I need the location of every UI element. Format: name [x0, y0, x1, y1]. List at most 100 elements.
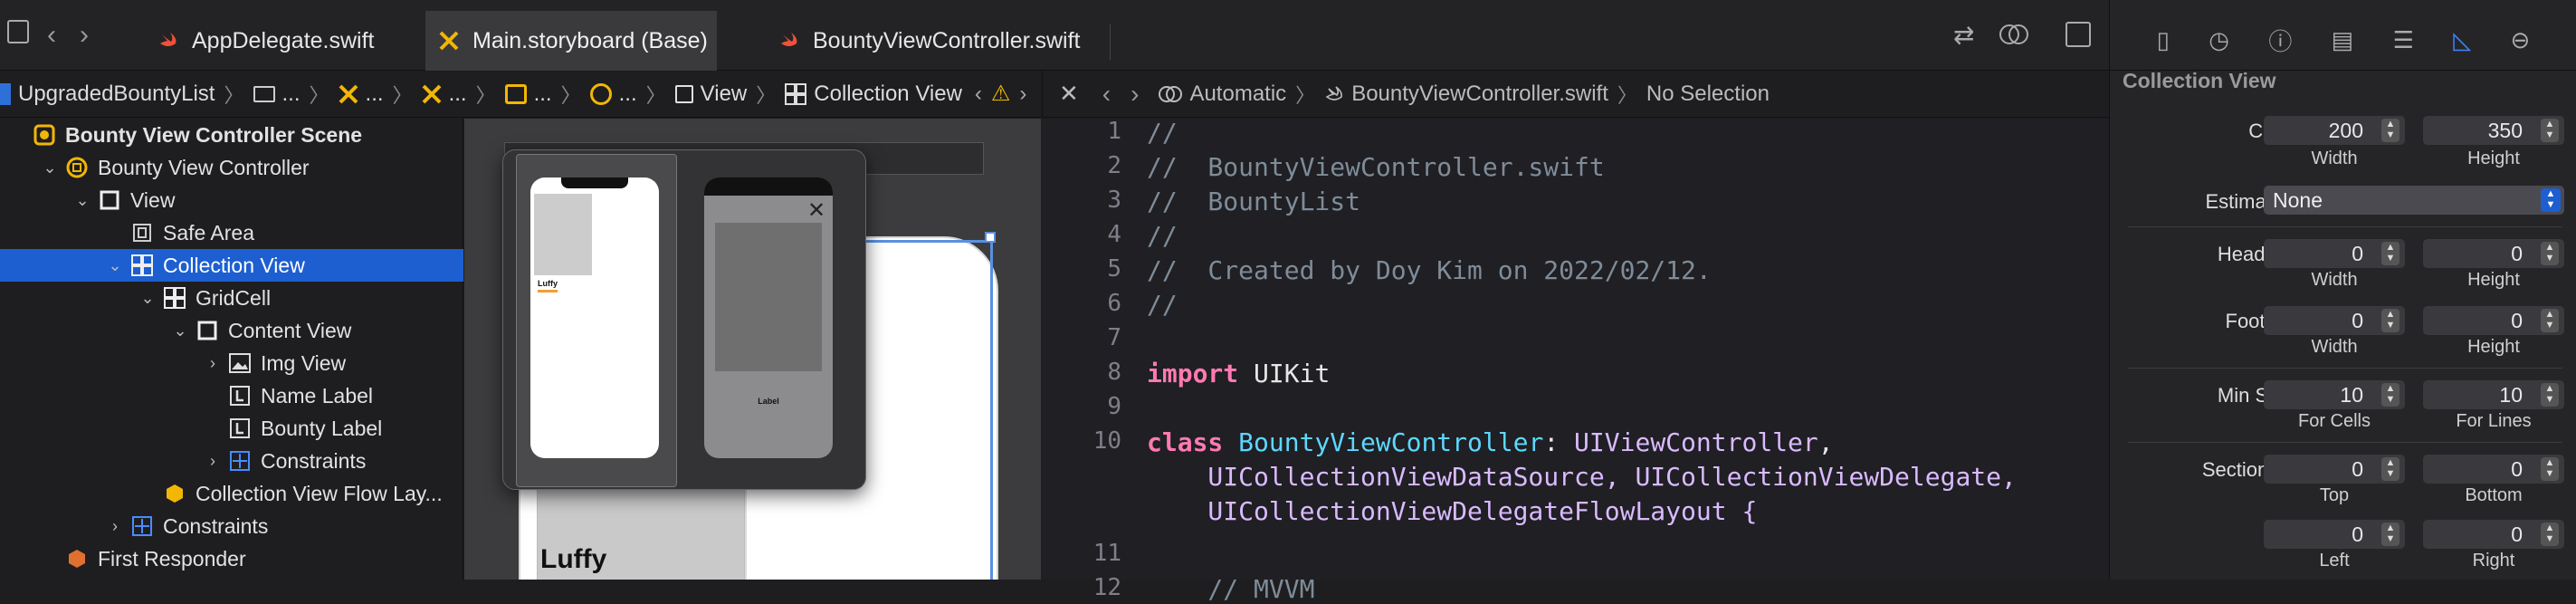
cell-size-height-field[interactable]: 350 ▲ ▼ — [2423, 116, 2564, 145]
width-caption: Width — [2311, 270, 2358, 290]
breadcrumb-selection[interactable]: No Selection — [1646, 81, 1770, 107]
close-icon[interactable]: ✕ — [807, 197, 825, 224]
file-inspector-icon[interactable]: ▯ — [2157, 26, 2170, 54]
chevron-down-icon[interactable]: ⌄ — [138, 289, 157, 308]
chevron-right-icon[interactable]: › — [105, 517, 125, 536]
outline-row[interactable]: Bounty View Controller Scene — [0, 119, 463, 151]
breadcrumb-project[interactable]: UpgradedBountyList — [0, 81, 215, 107]
grid-icon — [163, 286, 186, 310]
storyboard-canvas[interactable]: Luffy Luffy Label ✕ — [464, 119, 1041, 580]
breadcrumb-scene[interactable]: ... — [504, 81, 552, 107]
footer-width-field[interactable]: 0 ▲ ▼ — [2264, 306, 2405, 335]
stepper-icon[interactable]: ▲ ▼ — [2381, 309, 2399, 332]
stepper-icon[interactable]: ▲ ▼ — [2381, 457, 2399, 481]
attributes-icon[interactable]: ☰ — [2393, 26, 2414, 54]
storyboard-icon — [422, 84, 441, 103]
back-chevron-icon[interactable]: ‹ — [47, 20, 56, 51]
issue-back-icon[interactable]: ‹ — [975, 81, 982, 107]
for-lines-caption: For Lines — [2456, 411, 2532, 431]
chevron-down-icon[interactable]: ⌄ — [170, 321, 190, 340]
outline-row-label: Bounty View Controller — [98, 155, 310, 179]
code-text: , — [1818, 427, 1834, 457]
breadcrumb-view-controller[interactable]: ... — [589, 81, 637, 107]
outline-row[interactable]: Collection View Flow Lay... — [0, 477, 463, 510]
inset-top-field[interactable]: 0 ▲ ▼ — [2264, 455, 2405, 484]
outline-row[interactable]: › Constraints — [0, 510, 463, 542]
stepper-icon[interactable]: ▲ ▼ — [2381, 523, 2399, 546]
code-text: UIKit — [1238, 359, 1331, 388]
stepper-icon[interactable]: ▲ ▼ — [2381, 383, 2399, 407]
stepper-icon[interactable]: ▲ ▼ — [2541, 383, 2559, 407]
forward-chevron-icon[interactable]: › — [80, 20, 89, 51]
chevron-down-icon[interactable]: ⌄ — [72, 191, 92, 210]
outline-row[interactable]: ⌄ Collection View — [0, 249, 463, 282]
stepper-icon[interactable]: ▲ ▼ — [2541, 242, 2559, 265]
breadcrumb-storyboard-base[interactable]: ... — [422, 81, 467, 107]
view-icon — [196, 319, 219, 342]
add-editor-icon[interactable] — [2066, 22, 2091, 47]
tab-main-storyboard[interactable]: Main.storyboard (Base) — [425, 11, 717, 71]
breadcrumb-view[interactable]: View — [674, 81, 747, 107]
swift-icon — [1325, 85, 1343, 101]
thumb-image — [534, 194, 592, 275]
outline-row[interactable]: ⌄ View — [0, 184, 463, 216]
swap-arrows-icon[interactable]: ⇄ — [1953, 20, 1974, 50]
breadcrumb-automatic[interactable]: Automatic — [1159, 81, 1286, 107]
inset-right-field[interactable]: 0 ▲ ▼ — [2423, 520, 2564, 549]
outline-row[interactable]: Bounty Label — [0, 412, 463, 445]
image-icon — [228, 351, 252, 375]
chevron-down-icon[interactable]: ⌄ — [105, 256, 125, 275]
code-line: import UIKit — [1147, 359, 1330, 388]
chevron-right-icon[interactable]: › — [203, 354, 223, 373]
tab-divider — [1110, 24, 1111, 60]
back-chevron-icon[interactable]: ‹ — [1102, 80, 1111, 109]
sidebar-toggle-icon[interactable] — [7, 20, 29, 43]
issue-forward-icon[interactable]: › — [1019, 81, 1026, 107]
close-icon[interactable]: ✕ — [1059, 80, 1079, 108]
history-icon[interactable]: ◷ — [2209, 26, 2229, 54]
connections-icon[interactable]: ⊖ — [2511, 26, 2531, 54]
identity-icon[interactable]: ▤ — [2332, 26, 2354, 54]
stepper-icon[interactable]: ▲ ▼ — [2541, 119, 2559, 142]
outline-row[interactable]: Safe Area — [0, 216, 463, 249]
chevron-right-icon[interactable]: › — [203, 452, 223, 471]
stepper-icon[interactable]: ▲ ▼ — [2541, 457, 2559, 481]
stepper-icon[interactable]: ▲ ▼ — [2541, 309, 2559, 332]
breadcrumb-folder[interactable]: ... — [253, 81, 301, 107]
top-bar — [704, 177, 833, 196]
size-inspector-icon[interactable]: ◺ — [2453, 26, 2471, 54]
outline-row[interactable]: ⌄ GridCell — [0, 282, 463, 314]
footer-height-field[interactable]: 0 ▲ ▼ — [2423, 306, 2564, 335]
editor-jump-bar: ✕ ‹ › Automatic 〉 BountyViewController.s… — [1042, 71, 2109, 118]
breadcrumb-collection-view[interactable]: Collection View — [785, 81, 962, 107]
inset-bottom-field[interactable]: 0 ▲ ▼ — [2423, 455, 2564, 484]
header-height-field[interactable]: 0 ▲ ▼ — [2423, 239, 2564, 268]
outline-row[interactable]: Name Label — [0, 379, 463, 412]
min-spacing-cells-field[interactable]: 10 ▲ ▼ — [2264, 380, 2405, 409]
warning-icon[interactable]: ⚠ — [991, 81, 1011, 107]
header-width-field[interactable]: 0 ▲ ▼ — [2264, 239, 2405, 268]
tab-appdelegate[interactable]: AppDelegate.swift — [145, 11, 407, 71]
outline-row[interactable]: ⌄ Bounty View Controller — [0, 151, 463, 184]
outline-row-label: View — [130, 187, 176, 212]
breadcrumb-file[interactable]: BountyViewController.swift — [1324, 81, 1608, 107]
code-editor[interactable]: 1 // 2 // BountyViewController.swift 3 /… — [1042, 118, 2109, 604]
outline-row[interactable]: First Responder — [0, 542, 463, 575]
stepper-icon[interactable]: ▲ ▼ — [2541, 523, 2559, 546]
help-icon[interactable]: ⓘ — [2268, 24, 2292, 57]
review-icon[interactable] — [1999, 24, 2029, 45]
outline-row[interactable]: › Img View — [0, 347, 463, 379]
outline-row[interactable]: › Constraints — [0, 445, 463, 477]
chevron-down-icon[interactable]: ⌄ — [40, 158, 60, 177]
stepper-icon[interactable]: ▲ ▼ — [2381, 119, 2399, 142]
forward-chevron-icon[interactable]: › — [1131, 80, 1139, 109]
breadcrumb-storyboard[interactable]: ... — [339, 81, 384, 107]
outline-row[interactable]: ⌄ Content View — [0, 314, 463, 347]
stepper-icon[interactable]: ▲ ▼ — [2381, 242, 2399, 265]
inset-left-field[interactable]: 0 ▲ ▼ — [2264, 520, 2405, 549]
estimate-size-select[interactable]: None ▲ ▼ — [2264, 186, 2564, 215]
resize-handle[interactable] — [985, 232, 996, 243]
min-spacing-lines-field[interactable]: 10 ▲ ▼ — [2423, 380, 2564, 409]
tab-bountyviewcontroller[interactable]: BountyViewController.swift — [766, 11, 1092, 71]
cell-size-width-field[interactable]: 200 ▲ ▼ — [2264, 116, 2405, 145]
